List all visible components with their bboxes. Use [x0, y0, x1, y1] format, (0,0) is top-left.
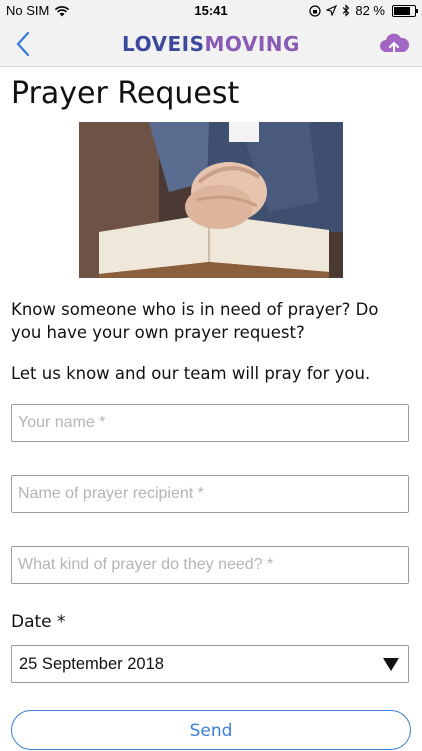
nav-bar: LOVEISMOVING: [0, 22, 422, 67]
intro-text-2: Let us know and our team will pray for y…: [11, 364, 371, 383]
status-right: 82 %: [309, 3, 418, 18]
battery-level-fill: [394, 6, 411, 15]
logo-text-love-is: LOVEIS: [122, 32, 205, 56]
battery-icon: [392, 4, 418, 17]
page-title: Prayer Request: [11, 76, 240, 111]
logo-text-moving: MOVING: [204, 32, 300, 56]
app-logo: LOVEISMOVING: [0, 32, 422, 56]
send-button[interactable]: Send: [11, 710, 411, 750]
cloud-upload-icon[interactable]: [378, 30, 410, 58]
location-icon: [326, 5, 338, 16]
date-select[interactable]: 25 September 2018: [11, 645, 409, 683]
recipient-name-input[interactable]: [11, 475, 409, 513]
date-value: 25 September 2018: [19, 655, 164, 673]
status-bar: No SIM 15:41 82 %: [0, 0, 422, 22]
date-label: Date *: [11, 612, 66, 632]
triangle-down-icon: [383, 658, 399, 671]
lock-rotation-icon: [309, 4, 321, 17]
battery-percent: 82 %: [355, 3, 385, 18]
intro-text: Know someone who is in need of prayer? D…: [11, 300, 379, 342]
praying-hands-image: [79, 122, 343, 278]
bluetooth-icon: [342, 4, 350, 17]
prayer-need-input[interactable]: [11, 546, 409, 584]
your-name-input[interactable]: [11, 404, 409, 442]
